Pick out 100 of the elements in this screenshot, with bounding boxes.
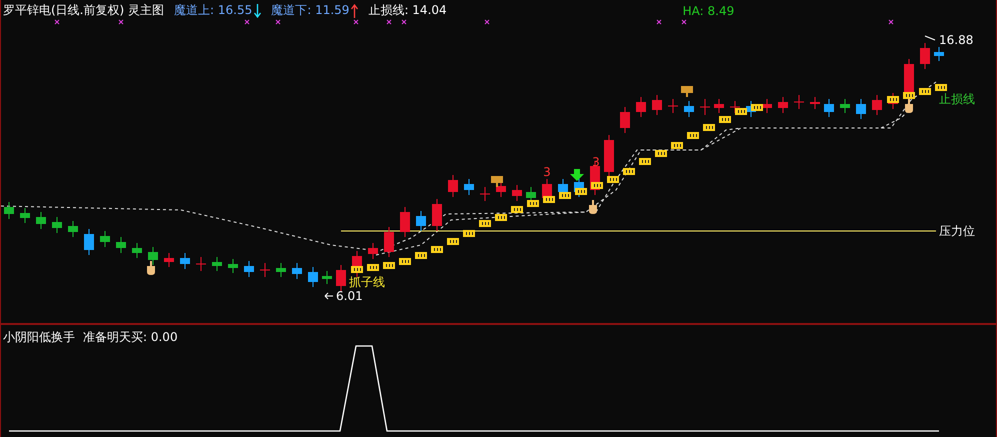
support-marker [527,200,539,207]
support-marker [351,266,363,273]
candlestick [856,98,866,120]
candlestick [52,216,62,234]
candlestick [794,94,804,110]
candlestick [920,42,930,70]
cross-mark [54,20,60,24]
candlestick [824,98,834,118]
candlestick [292,262,302,280]
candlestick [604,134,614,178]
low-pointer-icon [324,292,334,300]
indicator-title: 小阴阳低换手 [3,329,75,346]
support-marker [447,238,459,245]
cross-mark [386,20,392,24]
indicator-reading: 准备明天买: 0.00 [83,329,178,346]
support-marker [935,84,947,91]
support-marker [719,116,731,123]
support-marker [399,258,411,265]
indicator-value: HA: 8.49 [682,4,734,18]
candlestick [810,96,820,110]
candlestick [620,106,630,134]
candlestick [36,212,46,230]
indicator-value: 止损线: 14.04 [368,2,447,19]
chart-title: 罗平锌电(日线.前复权) 灵主图 [3,2,164,19]
support-marker [367,264,379,271]
cross-mark [354,20,358,24]
candlestick [116,236,126,254]
cross-mark [402,20,406,24]
candlestick [416,210,426,232]
support-marker [887,96,899,103]
indicator-value: 魔道上: 16.55 [174,2,252,19]
support-marker [751,104,763,111]
candlestick [840,98,850,114]
candlestick [778,96,788,114]
support-marker [687,132,699,139]
candlestick [384,226,394,258]
support-marker [903,92,915,99]
support-marker [655,150,667,157]
candlestick [322,270,332,284]
candlestick [20,208,30,224]
support-marker [919,88,931,95]
support-marker [383,262,395,269]
cross-mark [484,20,490,24]
candlestick [164,252,174,268]
candlestick [84,228,94,256]
candlestick [260,262,270,278]
up-arrow-icon [351,4,358,18]
support-marker [463,230,475,237]
candlestick [368,242,378,260]
support-marker [415,252,427,259]
support-marker [431,246,443,253]
support-marker [623,168,635,175]
candlestick [400,206,410,238]
candlestick [464,178,474,196]
down-arrow-icon [570,169,584,181]
support-marker [735,108,747,115]
count-label: 3 [592,155,600,169]
candlestick [762,98,772,114]
support-marker [703,124,715,131]
support-marker [479,220,491,227]
signboard-icon [681,86,693,97]
support-marker [511,206,523,213]
support-marker [495,214,507,221]
candlestick [512,184,522,202]
candlestick [480,186,490,202]
candlestick [700,98,710,116]
candlestick [636,96,646,118]
signboard-icon [491,176,503,187]
candlestick [684,100,694,118]
candlestick [448,174,458,198]
candlestick [132,242,142,258]
indicator-value: 魔道下: 11.59 [271,2,350,19]
price-label: 16.88 [939,33,974,47]
candlestick [4,202,14,220]
candlestick [100,230,110,248]
candlestick [308,266,318,288]
price-label: 6.01 [336,289,363,303]
count-label: 3 [543,165,551,179]
support-marker [575,188,587,195]
candlestick [68,220,78,238]
cross-mark [276,20,280,24]
support-marker [559,192,571,199]
candlestick [714,98,724,114]
candlestick [872,94,882,116]
support-marker [639,158,651,165]
candlestick [730,100,740,114]
support-marker [607,176,619,183]
candlestick [196,256,206,272]
candlestick [212,256,222,272]
cross-mark [888,20,894,24]
cross-mark [682,20,686,24]
candlestick [276,262,286,278]
support-marker [671,142,683,149]
hand-icon [147,261,155,275]
candlestick [180,252,190,270]
price-label: 止损线 [939,92,975,106]
price-label: 压力位 [939,224,975,238]
candlestick [432,198,442,232]
hand-icon [905,99,913,113]
candlestick [148,246,158,266]
